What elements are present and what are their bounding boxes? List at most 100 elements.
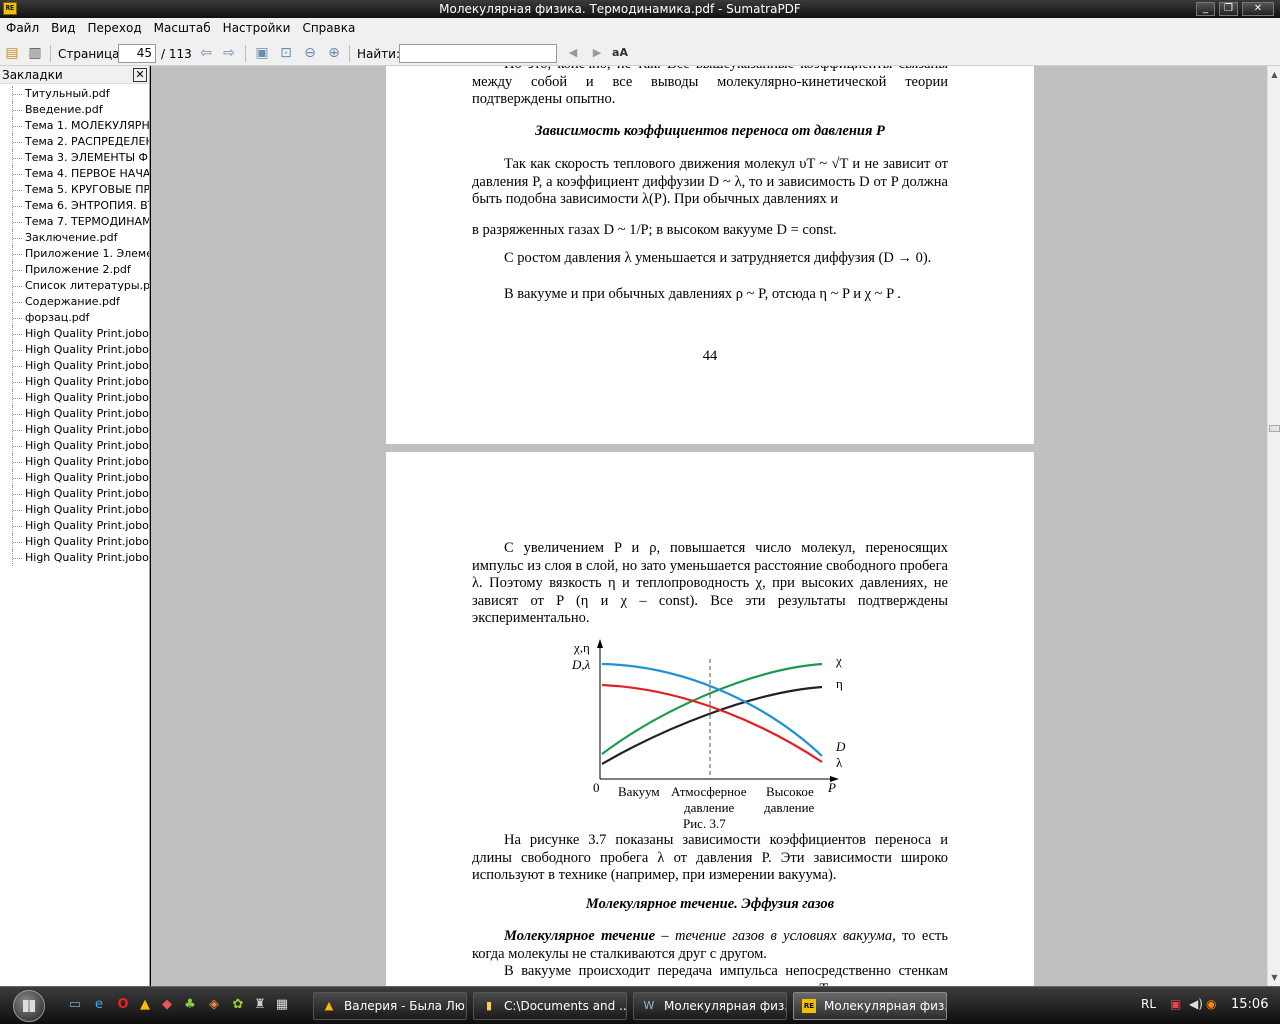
bookmark-item[interactable]: Тема 4. ПЕРВОЕ НАЧАЛО	[0, 166, 149, 182]
bookmark-item[interactable]: High Quality Print.jobop	[0, 534, 149, 550]
app-icon-6[interactable]: ▦	[274, 997, 290, 1013]
menu-help[interactable]: Справка	[296, 18, 361, 35]
print-icon[interactable]: ▥	[27, 45, 43, 61]
clock[interactable]: 15:06	[1231, 997, 1268, 1012]
scroll-thumb[interactable]	[1269, 425, 1280, 432]
figure-caption: Рис. 3.7	[683, 816, 726, 831]
bookmark-item[interactable]: Тема 2. РАСПРЕДЕЛЕНИ	[0, 134, 149, 150]
y-axis-arrow	[597, 639, 603, 648]
bookmark-item[interactable]: форзац.pdf	[0, 310, 149, 326]
menu-settings[interactable]: Настройки	[217, 18, 297, 35]
scroll-up-icon[interactable]: ▲	[1269, 68, 1280, 81]
app-icon-2[interactable]: ♣	[182, 997, 198, 1013]
document-canvas[interactable]: Но это, конечно, не так. Все вышеуказанн…	[151, 66, 1267, 986]
restore-button[interactable]: ❐	[1219, 2, 1238, 16]
bookmark-item[interactable]: High Quality Print.jobop	[0, 550, 149, 566]
show-desktop-icon[interactable]: ▭	[67, 997, 83, 1013]
task-explorer[interactable]: ▮ C:\Documents and ...	[473, 992, 627, 1020]
app-icon-5[interactable]: ♜	[252, 997, 268, 1013]
bookmark-item[interactable]: High Quality Print.jobop	[0, 342, 149, 358]
d-label: D	[835, 739, 846, 754]
title-bar[interactable]: RE Молекулярная физика. Термодинамика.pd…	[0, 0, 1280, 18]
bookmark-item[interactable]: Тема 1. МОЛЕКУЛЯРНО-	[0, 118, 149, 134]
next-page-icon[interactable]: ⇨	[221, 45, 237, 61]
page45-paragraph-2: На рисунке 3.7 показаны зависимости коэф…	[472, 832, 948, 883]
scroll-down-icon[interactable]: ▼	[1269, 971, 1280, 984]
chi-curve	[601, 662, 823, 755]
bookmark-item[interactable]: High Quality Print.jobop	[0, 358, 149, 374]
bookmark-item[interactable]: Список литературы.pdf	[0, 278, 149, 294]
fit-width-icon[interactable]: ⊡	[278, 45, 294, 61]
language-indicator[interactable]: RL	[1141, 997, 1156, 1011]
opera-icon[interactable]: O	[115, 997, 131, 1013]
bookmark-item[interactable]: Тема 6. ЭНТРОПИЯ. ВТО	[0, 198, 149, 214]
close-button[interactable]: ✕	[1242, 2, 1274, 16]
folder-icon: ▮	[485, 999, 493, 1012]
menu-file[interactable]: Файл	[0, 18, 45, 35]
menu-view[interactable]: Вид	[45, 18, 81, 35]
bookmark-item[interactable]: Приложение 1. Элемен	[0, 246, 149, 262]
bookmark-item[interactable]: High Quality Print.jobop	[0, 374, 149, 390]
bookmark-item[interactable]: High Quality Print.jobop	[0, 518, 149, 534]
bookmark-item[interactable]: High Quality Print.jobop	[0, 390, 149, 406]
bookmarks-title: Закладки	[2, 68, 63, 82]
tray-app-icon[interactable]: ◉	[1206, 997, 1216, 1011]
open-icon[interactable]: ▤	[4, 45, 20, 61]
vertical-scrollbar[interactable]: ▲ ▼	[1267, 66, 1280, 986]
zoom-in-icon[interactable]: ⊕	[326, 45, 342, 61]
bookmark-item[interactable]: Титульный.pdf	[0, 86, 149, 102]
bookmark-item[interactable]: High Quality Print.jobop	[0, 454, 149, 470]
task-word[interactable]: W Молекулярная физ...	[633, 992, 787, 1020]
fit-page-icon[interactable]: ▣	[254, 45, 270, 61]
x-label-high-2: давление	[764, 800, 815, 815]
bookmark-item[interactable]: Тема 5. КРУГОВЫЕ ПРО	[0, 182, 149, 198]
bookmark-item[interactable]: High Quality Print.jobop	[0, 406, 149, 422]
page45-heading: Молекулярное течение. Эффузия газов	[585, 896, 835, 912]
find-prev-icon[interactable]: ◀	[565, 45, 581, 61]
aimp-icon[interactable]: ▲	[137, 997, 153, 1013]
bookmark-item[interactable]: Заключение.pdf	[0, 230, 149, 246]
term-bold: Молекулярное течение	[504, 928, 656, 944]
match-case-icon[interactable]: aA	[612, 45, 628, 61]
menu-goto[interactable]: Переход	[81, 18, 147, 35]
page-number-input[interactable]: 45	[118, 44, 156, 63]
bookmark-item[interactable]: Тема 7. ТЕРМОДИНАМИ	[0, 214, 149, 230]
bookmark-item[interactable]: High Quality Print.jobop	[0, 326, 149, 342]
menu-zoom[interactable]: Масштаб	[148, 18, 217, 35]
find-input[interactable]	[399, 44, 557, 63]
find-next-icon[interactable]: ▶	[589, 45, 605, 61]
bookmark-item[interactable]: Содержание.pdf	[0, 294, 149, 310]
bookmark-item[interactable]: Приложение 2.pdf	[0, 262, 149, 278]
page44-paragraph-1: Так как скорость теплового движения моле…	[472, 156, 948, 207]
minimize-button[interactable]: _	[1196, 2, 1215, 16]
bookmark-item[interactable]: High Quality Print.jobop	[0, 438, 149, 454]
bookmark-item[interactable]: High Quality Print.jobop	[0, 422, 149, 438]
bookmark-item[interactable]: Введение.pdf	[0, 102, 149, 118]
app-icon-4[interactable]: ✿	[230, 997, 246, 1013]
bookmark-item[interactable]: High Quality Print.jobop	[0, 486, 149, 502]
bookmark-item[interactable]: High Quality Print.jobop	[0, 502, 149, 518]
network-icon[interactable]: ▣	[1170, 997, 1181, 1011]
volume-icon[interactable]: ◀)	[1189, 997, 1203, 1011]
zoom-out-icon[interactable]: ⊖	[302, 45, 318, 61]
task-sumatra[interactable]: RE Молекулярная физ...	[793, 992, 947, 1020]
aimp-icon: ▲	[324, 999, 334, 1012]
app-icon-1[interactable]: ◆	[159, 997, 175, 1013]
eta-label: η	[836, 676, 843, 691]
bookmarks-sidebar: Закладки ✕ Титульный.pdf Введение.pdf Тема…	[0, 66, 150, 986]
prev-page-icon[interactable]: ⇦	[198, 45, 214, 61]
y-label-top: χ,η	[573, 640, 590, 655]
close-sidebar-button[interactable]: ✕	[133, 68, 147, 82]
taskbar: ▭ e O ▲ ◆ ♣ ◈ ✿ ♜ ▦ ▲ Валерия - Была Лю..…	[0, 986, 1280, 1024]
document-icon: W	[643, 999, 655, 1012]
bookmark-item[interactable]: High Quality Print.jobop	[0, 470, 149, 486]
page-number: 44	[702, 348, 718, 364]
app-icon-3[interactable]: ◈	[206, 997, 222, 1013]
page45-paragraph-3: Молекулярное течение – течение газов в у…	[472, 928, 948, 963]
bookmark-item[interactable]: Тема 3. ЭЛЕМЕНТЫ ФИЗИ	[0, 150, 149, 166]
start-button[interactable]	[13, 990, 45, 1022]
page44-paragraph-3: В вакууме и при обычных давлениях ρ ~ P,…	[504, 286, 901, 302]
task-aimp[interactable]: ▲ Валерия - Была Лю...	[313, 992, 467, 1020]
ie-icon[interactable]: e	[91, 997, 107, 1013]
window-title: Молекулярная физика. Термодинамика.pdf -…	[439, 2, 801, 16]
